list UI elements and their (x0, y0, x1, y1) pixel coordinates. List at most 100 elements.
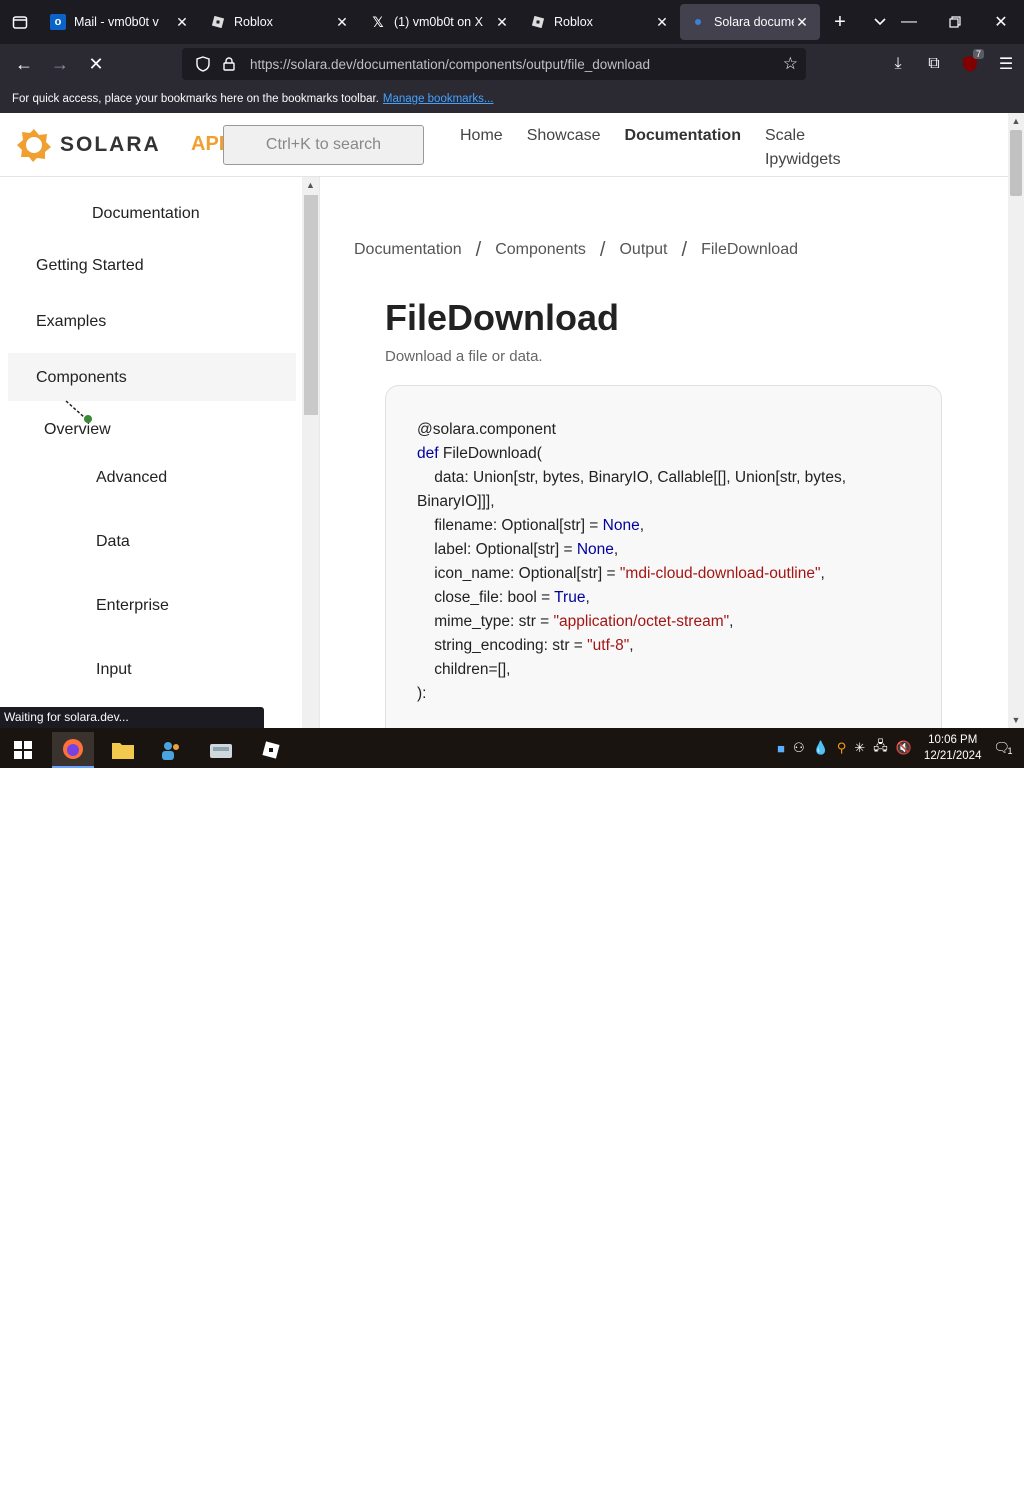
nav-documentation[interactable]: Documentation (625, 124, 741, 172)
sidebar-item-examples[interactable]: Examples (36, 313, 106, 331)
extensions-button[interactable]: ⧉ (916, 46, 952, 82)
close-icon[interactable]: ✕ (174, 14, 190, 31)
maximize-button[interactable] (932, 0, 978, 44)
taskbar-roblox[interactable] (250, 732, 292, 768)
restore-icon (949, 16, 961, 28)
close-icon[interactable]: ✕ (494, 14, 510, 31)
tab-x[interactable]: 𝕏 (1) vm0b0t on X ✕ (360, 4, 520, 40)
tab-overview-button[interactable] (0, 0, 40, 44)
nav-scale[interactable]: Scale (765, 124, 841, 148)
tray-app-icon[interactable]: ■ (777, 741, 785, 756)
sidebar-item-getting-started[interactable]: Getting Started (36, 257, 144, 275)
code-keyword: None (602, 517, 640, 534)
address-bar[interactable]: https://solara.dev/documentation/compone… (182, 48, 806, 80)
tab-roblox-1[interactable]: Roblox ✕ (200, 4, 360, 40)
nav-home[interactable]: Home (460, 124, 503, 172)
tray-search-icon[interactable]: ⚲ (837, 740, 847, 756)
breadcrumb-item[interactable]: Output (619, 241, 667, 259)
manage-bookmarks-link[interactable]: Manage bookmarks... (383, 93, 494, 105)
windows-taskbar: ■ ⚇ 💧 ⚲ ✳ 🖧 🔇 10:06 PM 12/21/2024 🗨 1 (0, 728, 1024, 1496)
sidebar-item-data[interactable]: Data (96, 533, 130, 551)
code-punct: , (639, 517, 645, 534)
lock-icon[interactable] (216, 57, 242, 71)
tray-people-icon[interactable]: ⚇ (793, 740, 805, 756)
api-link[interactable]: API (191, 133, 224, 156)
taskbar-firefox[interactable] (52, 732, 94, 768)
tab-overview-icon (12, 16, 28, 29)
code-line: string_encoding: str = (417, 637, 588, 654)
minimize-button[interactable]: — (886, 0, 932, 44)
roblox-icon (210, 14, 226, 30)
code-punct: , (629, 637, 634, 654)
breadcrumb: Documentation / Components / Output / Fi… (354, 239, 798, 261)
clock[interactable]: 10:06 PM 12/21/2024 (924, 732, 982, 764)
outlook-icon: o (50, 14, 66, 30)
code-block: @solara.component def FileDownload( data… (385, 385, 942, 728)
bookmark-star-icon[interactable]: ☆ (783, 54, 798, 74)
stop-button[interactable]: ✕ (78, 46, 114, 82)
menu-button[interactable]: ☰ (988, 46, 1024, 82)
sidebar-item-input[interactable]: Input (96, 661, 132, 679)
forward-button[interactable]: → (42, 46, 78, 82)
start-button[interactable] (2, 732, 44, 768)
clock-date: 12/21/2024 (923, 750, 982, 762)
breadcrumb-separator: / (475, 239, 482, 261)
volume-muted-icon[interactable]: 🔇 (896, 740, 912, 756)
status-text: Waiting for solara.dev... (0, 707, 264, 728)
code-punct: , (729, 613, 734, 630)
code-line: children=[], (417, 661, 511, 678)
url-text[interactable]: https://solara.dev/documentation/compone… (250, 57, 650, 72)
scroll-up-icon[interactable]: ▲ (302, 177, 319, 193)
page-scrollbar[interactable] (1008, 113, 1024, 728)
tab-solara[interactable]: Solara documer ✕ (680, 4, 820, 40)
downloads-button[interactable]: ⤓ (880, 46, 916, 82)
tray-drop-icon[interactable]: 💧 (813, 740, 829, 756)
breadcrumb-item[interactable]: Documentation (354, 241, 462, 259)
plus-icon: + (834, 10, 846, 33)
page-subtitle: Download a file or data. (385, 348, 543, 365)
code-line: label: Optional[str] = (417, 541, 577, 558)
code-keyword: None (576, 541, 614, 558)
code-punct: , (820, 565, 825, 582)
ublock-button[interactable]: 7 (952, 46, 988, 82)
scroll-down-icon[interactable]: ▼ (1008, 712, 1024, 728)
code-line: @solara.component (417, 421, 556, 438)
breadcrumb-current: FileDownload (701, 241, 798, 258)
page-scroll-thumb[interactable] (1010, 130, 1022, 196)
breadcrumb-item[interactable]: Components (495, 241, 586, 259)
close-icon[interactable]: ✕ (794, 14, 810, 31)
taskbar-app-2[interactable] (200, 732, 242, 768)
taskbar-file-explorer[interactable] (102, 732, 144, 768)
close-window-button[interactable]: ✕ (978, 0, 1024, 44)
close-icon[interactable]: ✕ (654, 14, 670, 31)
tab-roblox-2[interactable]: Roblox ✕ (520, 4, 680, 40)
sidebar-title[interactable]: Documentation (92, 205, 200, 223)
nav-showcase[interactable]: Showcase (527, 124, 601, 172)
scroll-up-icon[interactable]: ▲ (1008, 113, 1024, 129)
code-content: @solara.component def FileDownload( data… (417, 418, 917, 706)
sidebar-item-components[interactable]: Components (36, 369, 127, 387)
tab-mail[interactable]: o Mail - vm0b0t v ✕ (40, 4, 200, 40)
back-button[interactable]: ← (6, 46, 42, 82)
notification-icon[interactable]: 🗨 1 (993, 740, 1012, 756)
shield-icon[interactable] (190, 56, 216, 72)
new-tab-button[interactable]: + (820, 0, 860, 44)
taskbar-app[interactable] (150, 732, 192, 768)
roblox-icon (262, 741, 280, 759)
code-line: icon_name: Optional[str] = (417, 565, 620, 582)
clock-time: 10:06 PM (928, 734, 978, 746)
solara-logo[interactable]: SOLARA (16, 127, 161, 163)
close-icon[interactable]: ✕ (334, 14, 350, 31)
sidebar-item-enterprise[interactable]: Enterprise (96, 597, 169, 615)
extension-badge: 7 (972, 49, 984, 59)
sidebar-item-advanced[interactable]: Advanced (96, 469, 167, 487)
network-icon[interactable]: 🖧 (873, 737, 888, 759)
tab-label: Roblox (554, 15, 593, 29)
tab-label: (1) vm0b0t on X (394, 15, 483, 29)
nav-ipywidgets[interactable]: Ipywidgets (765, 148, 841, 172)
sidebar-scroll-thumb[interactable] (304, 195, 318, 415)
folder-icon (112, 743, 134, 759)
search-input[interactable]: Ctrl+K to search (223, 125, 424, 165)
navigation-toolbar: ← → ✕ https://solara.dev/documentation/c… (0, 44, 1024, 84)
tray-settings-icon[interactable]: ✳ (854, 740, 865, 756)
